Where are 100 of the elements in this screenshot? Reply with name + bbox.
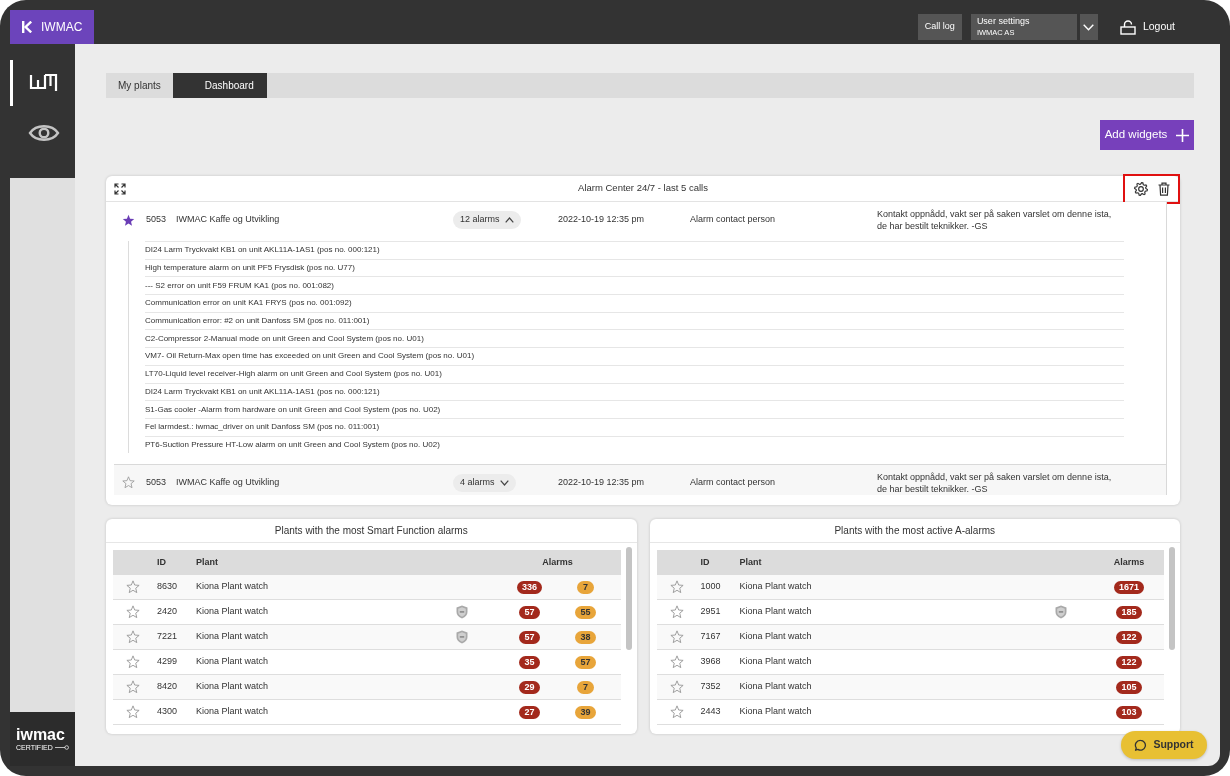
table-cell: Kiona Plant watch (196, 706, 269, 717)
alarm-item[interactable]: VM7- Oil Return-Max open time has exceeded on unit Green and Cool System (pos no. U01) (145, 350, 475, 363)
table-cell: Kiona Plant watch (739, 581, 812, 592)
support-button[interactable]: Support (1121, 731, 1207, 759)
star-icon[interactable] (122, 476, 135, 490)
scrollbar-thumb[interactable] (1169, 547, 1175, 650)
logo-icon (22, 21, 32, 33)
alarm-count-badge: 7 (577, 580, 594, 594)
trash-icon[interactable] (1157, 182, 1170, 196)
alarm-item[interactable]: --- S2 error on unit F59 FRUM KA1 (pos no. 001:082) (145, 279, 334, 292)
table-row[interactable]: 8630 Kiona Plant watch 336 7 (113, 575, 621, 600)
alarm-count-toggle[interactable]: 12 alarms (453, 211, 521, 229)
table-cell: 1000 (700, 581, 721, 592)
logout-button[interactable]: Logout (1119, 19, 1175, 35)
column-header: ID (157, 556, 166, 567)
table-cell: Kiona Plant watch (739, 706, 812, 717)
alarm-item[interactable]: C2-Compressor 2-Manual mode on unit Green and Cool System (pos no. U01) (145, 332, 424, 345)
table-cell: 8630 (157, 581, 178, 592)
alarm-count-badge: 336 (517, 580, 542, 594)
star-icon[interactable] (669, 680, 684, 694)
table-cell: Kiona Plant watch (739, 631, 812, 642)
table-cell: Kiona Plant watch (739, 656, 812, 667)
plant-id: 5053 (146, 214, 167, 225)
widget-title: Plants with the most active A-alarms (834, 524, 996, 538)
alarm-item[interactable]: High temperature alarm on unit PF5 Frysdisk (pos no. U77) (145, 262, 355, 275)
brand-mark-icon (29, 72, 59, 94)
alarm-count-badge: 7 (577, 680, 594, 694)
alarm-item[interactable]: S1-Gas cooler -Alarm from hardware on unit Green and Cool System (pos no. U02) (145, 403, 441, 416)
star-icon[interactable] (126, 705, 140, 719)
plant-name: IWMAC Kaffe og Utvikling (176, 214, 280, 225)
alarm-count-badge: 29 (519, 680, 540, 694)
star-icon[interactable] (126, 680, 140, 694)
scrollbar-thumb[interactable] (625, 547, 632, 650)
alarm-item[interactable]: DI24 Larm Tryckvakt KB1 on unit AKL11A-1AS1 (pos no. 000:121) (145, 244, 380, 257)
certified-wordmark: iwmac (16, 726, 65, 743)
home-link[interactable]: IWMAC (10, 10, 94, 44)
tab[interactable]: Dashboard (172, 73, 267, 98)
star-icon[interactable] (669, 630, 684, 644)
star-icon[interactable] (126, 580, 140, 594)
alarm-count-badge: 39 (575, 705, 596, 719)
plant-id: 5053 (146, 477, 167, 487)
table-cell: 4299 (157, 656, 178, 667)
chevron-up-icon (504, 217, 514, 223)
table-row[interactable]: 7167 Kiona Plant watch 122 (656, 625, 1164, 650)
alarm-count-badge: 185 (1116, 605, 1142, 619)
tab[interactable]: My plants (106, 73, 173, 98)
star-icon[interactable] (126, 605, 140, 619)
alarm-count-badge: 57 (519, 630, 540, 644)
settings-icon[interactable] (1133, 182, 1148, 196)
alarm-count-badge: 1671 (1114, 580, 1144, 594)
star-icon[interactable] (126, 655, 140, 669)
alarm-count-badge: 57 (575, 655, 596, 669)
alarm-count-badge: 105 (1116, 680, 1142, 694)
star-icon[interactable] (669, 705, 684, 719)
column-header: Plant (196, 556, 218, 567)
table-row[interactable]: 7352 Kiona Plant watch 105 (656, 675, 1164, 700)
contact-text: Alarm contact person (690, 214, 776, 225)
table-cell: Kiona Plant watch (196, 606, 269, 617)
star-icon[interactable] (669, 605, 684, 619)
dropdown-button[interactable] (1079, 14, 1098, 40)
expand-icon[interactable] (114, 182, 126, 195)
contact-text: Alarm contact person (690, 477, 776, 487)
alarm-item[interactable]: Communication error on unit KA1 FRYS (pos no. 001:092) (145, 297, 352, 310)
star-icon[interactable] (126, 630, 140, 644)
alarm-count-badge: 27 (519, 705, 540, 719)
table-cell: 2951 (700, 606, 721, 617)
chat-bubble-icon (1134, 738, 1148, 752)
padlock-icon (1119, 19, 1136, 35)
table-cell: Kiona Plant watch (196, 656, 269, 667)
table-cell: Kiona Plant watch (196, 581, 269, 592)
alarm-count-toggle[interactable]: 4 alarms (453, 473, 516, 492)
alarm-item[interactable]: Communication error: #2 on unit Danfoss SM (pos no. 011:001) (145, 315, 370, 328)
alarm-item[interactable]: Fel larmdest.: iwmac_driver on unit Danfoss SM (pos no. 011:001) (145, 421, 380, 434)
column-header: Alarms (542, 555, 573, 569)
table-row[interactable]: 1000 Kiona Plant watch 1671 (656, 575, 1164, 600)
column-header: ID (700, 556, 710, 567)
eye-icon (28, 123, 60, 143)
alarm-count-badge: 38 (575, 630, 596, 644)
table-row[interactable]: 8420 Kiona Plant watch 29 7 (113, 675, 621, 700)
call-log-button[interactable]: Call log (917, 14, 962, 40)
table-cell: Kiona Plant watch (739, 681, 812, 692)
table-cell: Kiona Plant watch (196, 631, 269, 642)
widget-title: Alarm Center 24/7 - last 5 calls (578, 181, 708, 196)
alarm-count-badge: 103 (1116, 705, 1142, 719)
add-widgets-button[interactable]: Add widgets (1100, 120, 1194, 150)
call-time: 2022-10-19 12:35 pm (558, 477, 645, 487)
star-icon[interactable] (122, 213, 135, 227)
alarm-item[interactable]: DI24 Larm Tryckvakt KB1 on unit AKL11A-1AS1 (pos no. 000:121) (145, 385, 380, 398)
plus-icon (1176, 128, 1190, 142)
table-cell: 8420 (157, 681, 178, 692)
alarm-count-badge: 122 (1116, 655, 1142, 669)
widget-title: Plants with the most Smart Function alarms (274, 524, 468, 538)
alarm-item[interactable]: LT70-Liquid level receiver-High alarm on unit Green and Cool System (pos no. U01) (145, 368, 442, 381)
star-icon[interactable] (669, 655, 684, 669)
alarm-item[interactable]: PT6-Suction Pressure HT-Low alarm on unit Green and Cool System (pos no. U02) (145, 438, 440, 451)
table-row[interactable]: 7221 Kiona Plant watch 57 38 (113, 625, 621, 650)
comment-text: Kontakt oppnådd, vakt ser på saken varslet om denne ista, de har bestilt teknikker. -GS (877, 470, 1113, 495)
plant-name: IWMAC Kaffe og Utvikling (176, 477, 280, 487)
star-icon[interactable] (669, 580, 684, 594)
column-header: Plant (739, 556, 762, 567)
